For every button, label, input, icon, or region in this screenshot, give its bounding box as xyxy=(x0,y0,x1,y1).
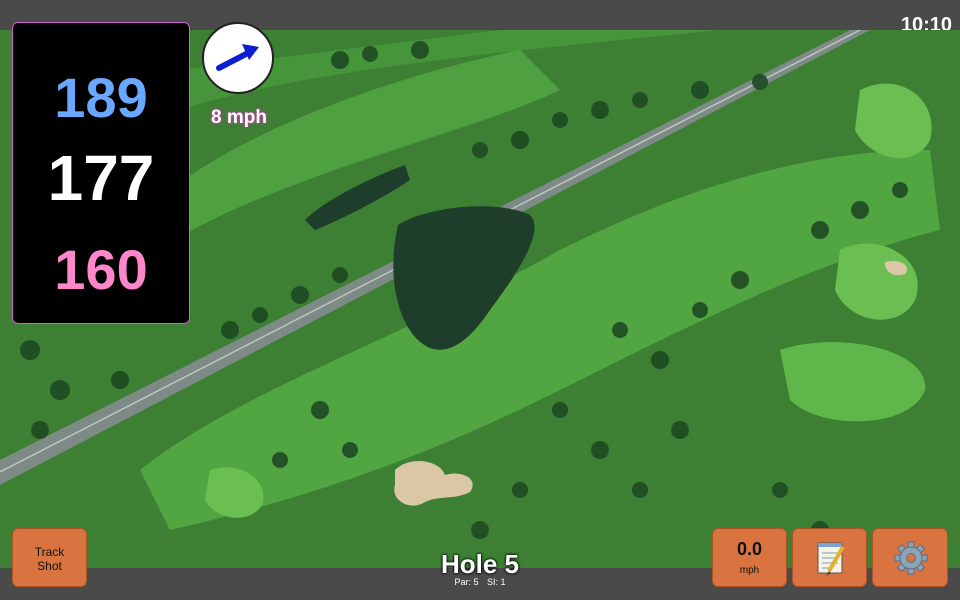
middle-distance: 177 xyxy=(47,142,155,214)
speed-button[interactable]: 0.0 mph xyxy=(712,528,787,587)
back-distance: 189 xyxy=(54,66,148,129)
distance-panel: 189 177 160 xyxy=(12,22,190,324)
settings-button[interactable] xyxy=(872,528,948,587)
track-shot-label-line2: Shot xyxy=(37,559,62,573)
notepad-icon xyxy=(817,542,845,576)
wind-indicator xyxy=(202,22,274,94)
hole-info: Par: 5 SI: 1 xyxy=(380,577,580,587)
track-shot-label-line1: Track xyxy=(34,545,65,559)
track-shot-button[interactable]: Track Shot xyxy=(12,528,87,587)
wind-speed-label: 8 mph xyxy=(211,107,267,128)
notes-button[interactable] xyxy=(792,528,867,587)
front-distance: 160 xyxy=(54,238,148,301)
hole-stroke-index: SI: 1 xyxy=(487,577,506,587)
gear-icon xyxy=(894,541,928,575)
hole-par: Par: 5 xyxy=(454,577,479,587)
speed-value: 0.0 xyxy=(736,539,763,559)
hole-title: Hole 5 xyxy=(440,549,520,579)
wind-arrow-icon xyxy=(216,44,259,71)
speed-unit: mph xyxy=(739,565,760,576)
